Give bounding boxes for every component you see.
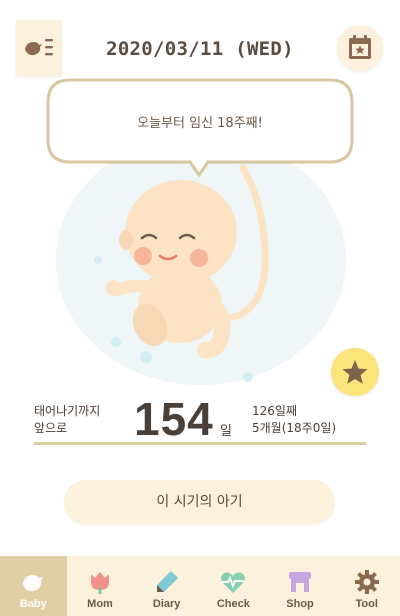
days-left-label-line1: 태어나기까지 — [34, 404, 101, 418]
month-week-count: 5개월(18주0일) — [252, 421, 337, 435]
bubble-message: 오늘부터 임신 18주째! — [137, 116, 263, 131]
baby-icon — [23, 575, 44, 592]
bottom-tab-bar: Baby Mom Diary Check Shop Tool — [0, 556, 400, 616]
pen-icon — [156, 571, 178, 592]
tab-shop-label: Shop — [286, 598, 314, 610]
tab-mom-label: Mom — [87, 598, 113, 610]
days-left-count: 154 — [134, 393, 214, 445]
tab-baby[interactable]: Baby — [0, 556, 67, 616]
tab-mom[interactable]: Mom — [67, 556, 134, 616]
tab-tool-label: Tool — [355, 598, 378, 610]
baby-this-period-button[interactable]: 이 시기의 아기 — [64, 480, 335, 524]
tulip-icon — [91, 572, 109, 594]
shop-icon — [289, 572, 312, 592]
gear-icon — [354, 570, 379, 594]
tab-baby-label: Baby — [19, 598, 47, 610]
day-count: 126일째 — [252, 404, 297, 418]
favorite-button[interactable] — [331, 348, 379, 396]
pregnancy-progress: 126일째 5개월(18주0일) — [252, 403, 336, 437]
tab-check-label: Check — [216, 598, 250, 610]
tab-check[interactable]: Check — [200, 556, 267, 616]
tab-shop[interactable]: Shop — [267, 556, 334, 616]
tab-diary-label: Diary — [152, 598, 181, 610]
days-left-label-line2: 앞으로 — [34, 421, 68, 435]
days-left-label: 태어나기까지 앞으로 — [34, 403, 100, 437]
heartbeat-icon — [221, 572, 246, 593]
tab-diary[interactable]: Diary — [133, 556, 200, 616]
star-icon — [342, 360, 368, 384]
days-unit: 일 — [220, 424, 232, 439]
divider — [34, 442, 366, 445]
tab-tool[interactable]: Tool — [333, 556, 400, 616]
